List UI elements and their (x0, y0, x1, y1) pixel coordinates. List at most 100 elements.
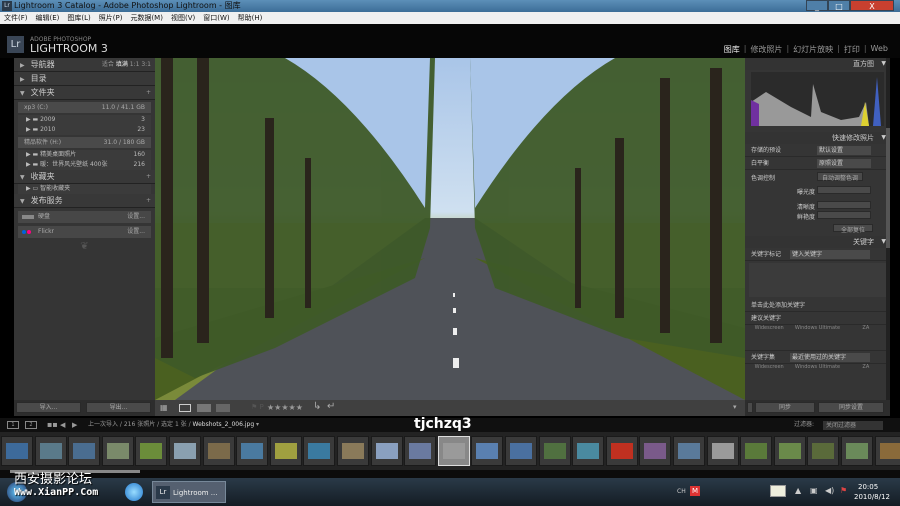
grid-icon[interactable]: ▪▪ (47, 418, 58, 432)
saved-preset-select[interactable]: 默认设置 (817, 146, 871, 155)
export-button[interactable]: 导出... (86, 402, 151, 413)
ie-icon[interactable] (125, 483, 143, 501)
filmstrip-thumbnail[interactable] (437, 436, 470, 466)
white-balance-select[interactable]: 原照设置 (817, 159, 871, 168)
filmstrip-thumbnail[interactable] (572, 436, 605, 466)
zoom-fill[interactable]: 填满 (116, 61, 128, 68)
add-icon[interactable]: + (146, 194, 151, 208)
close-button[interactable]: X (850, 0, 894, 11)
folder-item[interactable]: ▶ ▬ 暖：世界风光壁纸 400张 216 (18, 160, 151, 170)
sync-button[interactable]: 同步 (755, 402, 815, 413)
navigator-header[interactable]: ▶ 导航器 适合 填满 1:1 3:1 (14, 58, 155, 72)
flag-icon[interactable]: ⚑ P (251, 403, 264, 411)
keyword-textarea[interactable] (749, 263, 886, 297)
filmstrip-thumbnail[interactable] (807, 436, 840, 466)
filmstrip-thumbnail[interactable] (505, 436, 537, 466)
network-icon[interactable]: ▣ (810, 486, 818, 495)
module-tab[interactable]: 修改照片 (750, 44, 782, 55)
forward-arrow-icon[interactable]: ▶ (72, 418, 77, 432)
filmstrip-thumbnail[interactable] (1, 436, 33, 466)
filmstrip-scroll-track[interactable] (0, 470, 900, 478)
filmstrip-thumbnail[interactable] (34, 436, 67, 466)
filmstrip-thumbnail[interactable] (740, 436, 773, 466)
keyword-tags-select[interactable]: 键入关键字 (790, 250, 870, 259)
tablet-icon[interactable] (770, 485, 786, 497)
keyword-set-item[interactable]: Widescreen (745, 364, 793, 376)
add-icon[interactable]: + (146, 170, 151, 184)
source-path[interactable]: 上一次导入 / 216 张照片 / 选定 1 张 / Webshots_2_00… (88, 418, 259, 432)
main-photo[interactable] (155, 58, 745, 400)
survey-view-icon[interactable] (216, 404, 230, 412)
filmstrip-thumbnail[interactable] (874, 436, 900, 466)
keywording-header[interactable]: 关键字 (745, 236, 890, 248)
filter-select[interactable]: 关闭过滤器 (823, 421, 883, 430)
filmstrip-thumbnail[interactable] (773, 436, 806, 466)
keyword-suggestion[interactable]: Widescreen (745, 325, 793, 350)
quick-develop-header[interactable]: 快速修改照片 (745, 132, 890, 144)
minimize-button[interactable]: _ (806, 0, 828, 11)
filmstrip-thumbnail[interactable] (68, 436, 101, 466)
filmstrip-thumbnail[interactable] (101, 436, 134, 466)
module-tab[interactable]: Web (871, 44, 888, 55)
toolbar-menu-icon[interactable]: ▾ (733, 403, 737, 411)
publish-header[interactable]: ▼ 发布服务 + (14, 194, 155, 208)
publish-harddisk[interactable]: 硬盘 设置... (18, 211, 151, 223)
filmstrip-thumbnail[interactable] (169, 436, 201, 466)
module-tab[interactable]: 图库 (724, 44, 740, 55)
keyword-suggestion[interactable]: ZA (842, 325, 890, 350)
reset-all-button[interactable]: 全部复位 (833, 224, 873, 234)
vibrance-buttons[interactable] (817, 211, 871, 219)
folder-item[interactable]: ▶ ▬ 精美桌面照片 160 (18, 150, 151, 160)
clock-time[interactable]: 20:05 (858, 483, 878, 491)
filmstrip-thumbnail[interactable] (538, 436, 571, 466)
filmstrip-thumbnail[interactable] (303, 436, 336, 466)
star-rating[interactable]: ★★★★★ (267, 403, 303, 412)
maximize-button[interactable]: □ (828, 0, 850, 11)
zoom-fit[interactable]: 适合 (102, 61, 114, 68)
back-arrow-icon[interactable]: ◀ (60, 418, 65, 432)
filmstrip-thumbnail[interactable] (337, 436, 369, 466)
sync-settings-button[interactable]: 同步设置 (818, 402, 884, 413)
folder-item[interactable]: ▶ ▬ 2010 23 (18, 125, 151, 135)
filmstrip-thumbnail[interactable] (471, 436, 504, 466)
clarity-buttons[interactable] (817, 201, 871, 209)
import-button[interactable]: 导入... (16, 402, 81, 413)
loupe-view-icon[interactable] (179, 404, 191, 412)
exposure-buttons[interactable] (817, 186, 871, 194)
filmstrip-thumbnail[interactable] (605, 436, 638, 466)
ime-icon[interactable]: M (690, 486, 700, 496)
filmstrip-thumbnail[interactable] (404, 436, 437, 466)
setup-button[interactable]: 设置... (127, 226, 145, 238)
filmstrip-thumbnail[interactable] (370, 436, 403, 466)
module-tab[interactable]: 幻灯片放映 (793, 44, 833, 55)
auto-tone-button[interactable]: 自动调整色调 (817, 172, 863, 182)
add-keyword-hint[interactable]: 单击此处添加关键字 (745, 299, 890, 312)
menu-item[interactable]: 元数据(M) (130, 12, 163, 24)
right-panel-scrollbar[interactable] (886, 58, 890, 400)
show-hidden-icons[interactable]: ▲ (795, 486, 801, 495)
action-center-icon[interactable]: ⚑ (840, 486, 847, 495)
filmstrip-thumbnail[interactable] (706, 436, 739, 466)
folders-header[interactable]: ▼ 文件夹 + (14, 86, 155, 100)
zoom-3-1[interactable]: 3:1 (141, 61, 151, 68)
filmstrip-thumbnail[interactable] (639, 436, 672, 466)
volume[interactable]: xp3 (C:) 11.0 / 41.1 GB (18, 102, 151, 113)
primary-window-icon[interactable]: 1 (7, 421, 19, 429)
rotate-right-icon[interactable]: ↵ (327, 401, 335, 412)
catalog-header[interactable]: ▶ 目录 (14, 72, 155, 86)
compare-view-icon[interactable] (197, 404, 211, 412)
rotate-left-icon[interactable]: ↳ (313, 401, 321, 412)
menu-item[interactable]: 窗口(W) (203, 12, 229, 24)
volume[interactable]: 精品软件 (H:) 31.0 / 180 GB (18, 137, 151, 148)
menu-item[interactable]: 文件(F) (4, 12, 28, 24)
sync-toggle[interactable] (747, 402, 753, 413)
collections-header[interactable]: ▼ 收藏夹 + (14, 170, 155, 184)
menu-item[interactable]: 图库(L) (67, 12, 90, 24)
filmstrip-thumbnail[interactable] (841, 436, 873, 466)
language-indicator[interactable]: CH (677, 488, 686, 495)
publish-flickr[interactable]: Flickr 设置... (18, 226, 151, 238)
filmstrip-thumbnail[interactable] (236, 436, 269, 466)
keyword-set-item[interactable]: Windows Ultimate (793, 364, 841, 376)
filmstrip-thumbnail[interactable] (135, 436, 168, 466)
filmstrip-thumbnail[interactable] (269, 436, 302, 466)
